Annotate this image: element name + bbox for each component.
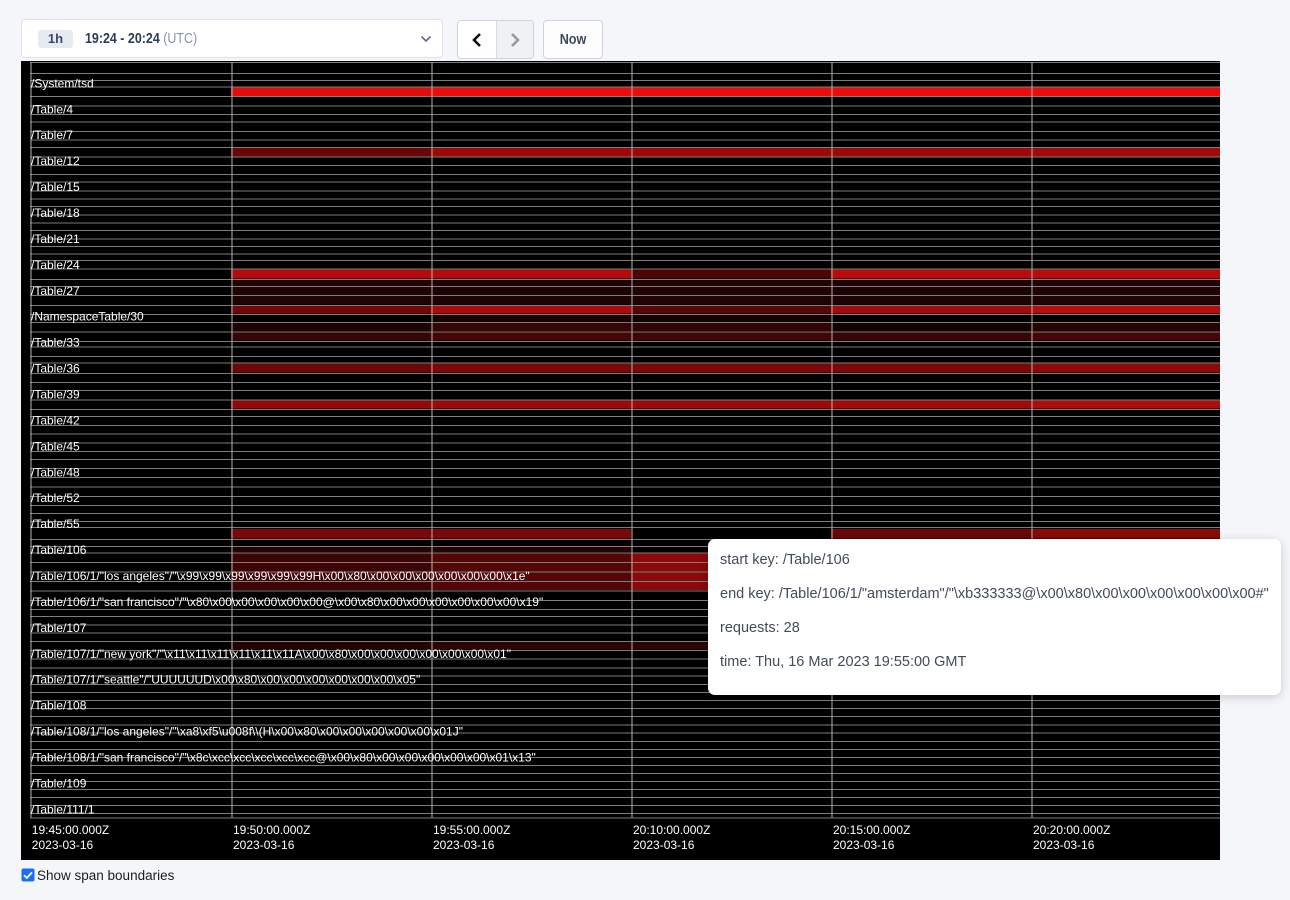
svg-text:/Table/55: /Table/55 bbox=[31, 517, 80, 531]
svg-text:/System/tsd: /System/tsd bbox=[31, 76, 94, 90]
svg-text:19:55:00.000Z: 19:55:00.000Z bbox=[433, 823, 510, 837]
svg-text:/Table/15: /Table/15 bbox=[31, 180, 80, 194]
svg-text:/Table/36: /Table/36 bbox=[31, 362, 80, 376]
svg-text:19:50:00.000Z: 19:50:00.000Z bbox=[233, 823, 310, 837]
svg-text:/Table/106/1/"san francisco"/": /Table/106/1/"san francisco"/"\x80\x00\x… bbox=[31, 595, 543, 609]
svg-text:/Table/107: /Table/107 bbox=[31, 621, 87, 635]
svg-text:/Table/45: /Table/45 bbox=[31, 439, 80, 453]
svg-text:/Table/106: /Table/106 bbox=[31, 543, 87, 557]
svg-text:/Table/4: /Table/4 bbox=[31, 102, 73, 116]
svg-text:/Table/42: /Table/42 bbox=[31, 413, 80, 427]
svg-text:/Table/27: /Table/27 bbox=[31, 284, 80, 298]
svg-text:/Table/52: /Table/52 bbox=[31, 491, 80, 505]
svg-text:19:45:00.000Z: 19:45:00.000Z bbox=[32, 823, 109, 837]
svg-text:20:10:00.000Z: 20:10:00.000Z bbox=[633, 823, 710, 837]
svg-text:/Table/108/1/"los angeles"/"\x: /Table/108/1/"los angeles"/"\xa8\xf5\u00… bbox=[31, 725, 463, 739]
svg-text:/Table/39: /Table/39 bbox=[31, 388, 80, 402]
svg-text:/Table/24: /Table/24 bbox=[31, 258, 80, 272]
svg-text:/Table/33: /Table/33 bbox=[31, 336, 80, 350]
svg-text:/Table/48: /Table/48 bbox=[31, 465, 80, 479]
svg-text:/Table/111/1: /Table/111/1 bbox=[31, 802, 95, 816]
svg-text:/Table/108: /Table/108 bbox=[31, 699, 87, 713]
svg-text:/Table/7: /Table/7 bbox=[31, 128, 73, 142]
svg-text:/Table/108/1/"san francisco"/": /Table/108/1/"san francisco"/"\x8c\xcc\x… bbox=[31, 751, 536, 765]
svg-text:/NamespaceTable/30: /NamespaceTable/30 bbox=[31, 310, 144, 324]
svg-text:2023-03-16: 2023-03-16 bbox=[433, 838, 495, 852]
svg-text:2023-03-16: 2023-03-16 bbox=[32, 838, 94, 852]
svg-text:2023-03-16: 2023-03-16 bbox=[833, 838, 895, 852]
svg-text:/Table/106/1/"los angeles"/"\x: /Table/106/1/"los angeles"/"\x99\x99\x99… bbox=[31, 569, 530, 583]
svg-text:/Table/109: /Table/109 bbox=[31, 777, 87, 791]
svg-text:/Table/107/1/"seattle"/"UUUUUU: /Table/107/1/"seattle"/"UUUUUUD\x00\x80\… bbox=[31, 673, 420, 687]
svg-text:/Table/12: /Table/12 bbox=[31, 154, 80, 168]
svg-text:/Table/18: /Table/18 bbox=[31, 206, 80, 220]
svg-text:2023-03-16: 2023-03-16 bbox=[633, 838, 695, 852]
svg-text:2023-03-16: 2023-03-16 bbox=[233, 838, 295, 852]
svg-text:2023-03-16: 2023-03-16 bbox=[1033, 838, 1095, 852]
svg-text:20:20:00.000Z: 20:20:00.000Z bbox=[1033, 823, 1110, 837]
svg-text:/Table/107/1/"new york"/"\x11\: /Table/107/1/"new york"/"\x11\x11\x11\x1… bbox=[31, 647, 511, 661]
svg-text:/Table/21: /Table/21 bbox=[31, 232, 80, 246]
svg-text:20:15:00.000Z: 20:15:00.000Z bbox=[833, 823, 910, 837]
